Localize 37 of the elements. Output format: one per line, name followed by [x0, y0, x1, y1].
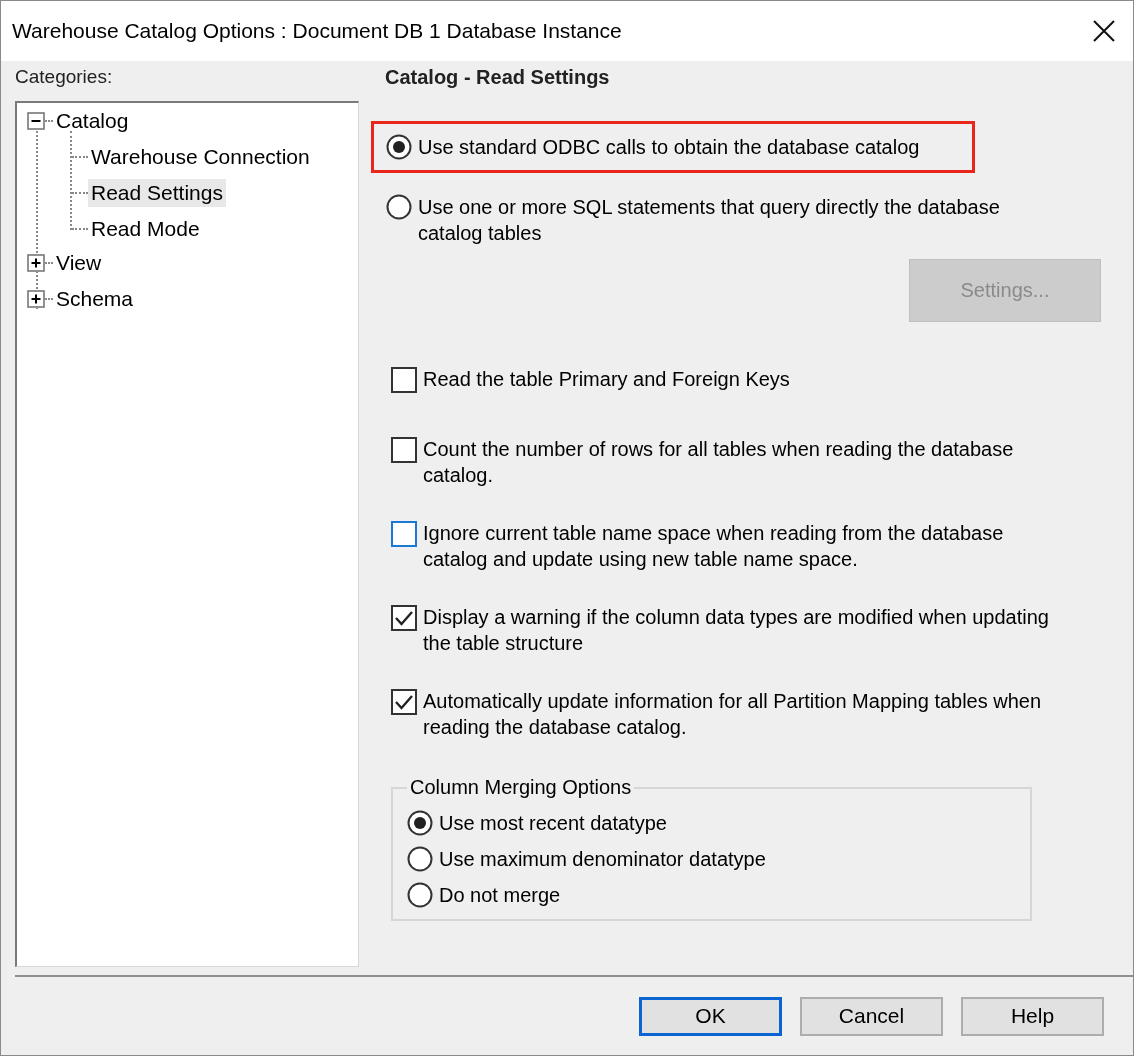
radio-button[interactable]: [407, 882, 433, 908]
close-icon[interactable]: [1093, 20, 1115, 42]
radio-button[interactable]: [407, 846, 433, 872]
collapse-icon[interactable]: [27, 112, 45, 130]
checkbox[interactable]: [391, 367, 417, 393]
tree-item[interactable]: Schema: [53, 285, 137, 313]
tree-item[interactable]: Warehouse Connection: [88, 143, 313, 171]
checkbox-label: Count the number of rows for all tables when reading the database catalog.: [423, 437, 1015, 488]
checkbox-label: Read the table Primary and Foreign Keys: [423, 367, 790, 392]
tree-item[interactable]: Catalog: [53, 107, 132, 135]
window-title: Warehouse Catalog Options : Document DB 1 Database Instance: [12, 19, 622, 43]
checkbox-label: Automatically update information for all Partition Mapping tables when reading the database catalog.: [423, 689, 1043, 740]
dialog-button[interactable]: Cancel: [800, 996, 943, 1036]
group-title: Column Merging Options: [409, 776, 633, 799]
radio-button[interactable]: [407, 810, 433, 836]
tree-item[interactable]: View: [53, 249, 105, 277]
checkbox-label: Display a warning if the column data types are modified when updating the table structure: [423, 605, 1050, 656]
checkbox[interactable]: [391, 521, 417, 547]
option-label: Use most recent datatype: [439, 811, 667, 836]
radio-button[interactable]: [386, 194, 412, 220]
checkbox-label: Ignore current table name space when reading from the database catalog and update using new table name space.: [423, 521, 1005, 572]
option-label: Use one or more SQL statements that query directly the database catalog tables: [418, 195, 1001, 246]
checkbox[interactable]: [391, 437, 417, 463]
dialog-button[interactable]: Help: [961, 996, 1104, 1036]
expand-icon[interactable]: [27, 254, 45, 272]
tree-item[interactable]: Read Settings: [88, 179, 226, 207]
dialog-button[interactable]: OK: [639, 996, 782, 1036]
radio-button[interactable]: [386, 134, 412, 160]
tree-item[interactable]: Read Mode: [88, 215, 203, 243]
checkbox[interactable]: [391, 605, 417, 631]
option-label: Use standard ODBC calls to obtain the database catalog: [418, 135, 920, 160]
categories-label: Categories:: [15, 65, 114, 89]
section-heading: Catalog - Read Settings: [385, 65, 611, 90]
checkbox[interactable]: [391, 689, 417, 715]
expand-icon[interactable]: [27, 290, 45, 308]
option-label: Do not merge: [439, 883, 561, 908]
option-label: Use maximum denominator datatype: [439, 847, 766, 872]
